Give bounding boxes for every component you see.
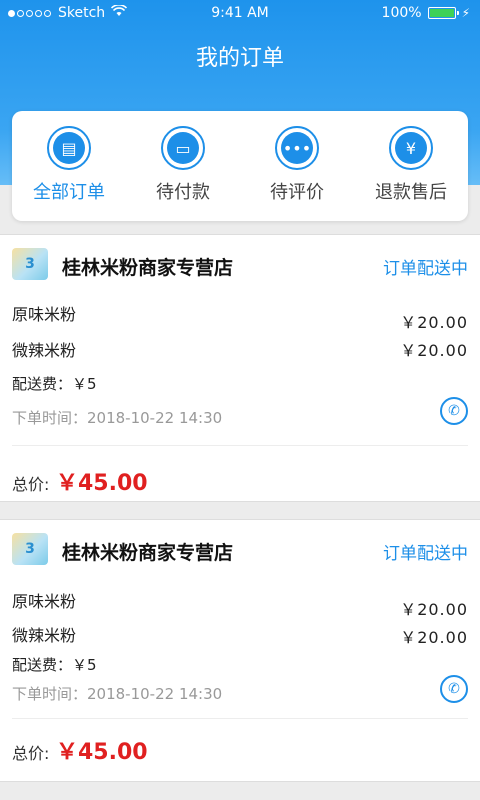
battery-icon [427,7,459,19]
shop-logo: 3 [12,248,48,280]
battery-percent: 100% [381,5,422,21]
shop-logo: 3 [12,533,48,565]
item-name: 微辣米粉 [12,341,77,360]
divider [12,445,468,446]
tab-pending-payment[interactable]: ▭ 待付款 [126,111,240,221]
chat-bubble-icon: ••• [275,126,319,170]
shop-name: 桂林米粉商家专营店 [62,257,234,279]
refund-icon: ¥ [389,126,433,170]
status-bar: Sketch 9:41 AM 100% ⚡ [0,0,480,28]
total-price: ￥45.00 [56,471,148,496]
shop-name: 桂林米粉商家专营店 [62,542,234,564]
tab-label: 待评价 [270,182,324,203]
order-status: 订单配送中 [383,544,468,564]
order-status: 订单配送中 [383,259,468,279]
total-label: 总价: [12,475,50,494]
item-name: 原味米粉 [12,305,77,324]
item-price: ￥20.00 [400,313,468,332]
phone-icon[interactable]: ✆ [440,397,468,425]
tab-label: 待付款 [156,182,210,203]
wallet-icon: ▭ [161,126,205,170]
item-name: 原味米粉 [12,592,77,611]
total-price: ￥45.00 [56,740,148,765]
tab-all-orders[interactable]: ▤ 全部订单 [12,111,126,221]
tab-label: 全部订单 [33,182,105,203]
page-title: 我的订单 [195,46,284,71]
delivery-fee: 配送费：￥5 [12,375,97,393]
order-time: 下单时间：2018-10-22 14:30 [12,685,223,703]
item-price: ￥20.00 [400,341,468,360]
item-price: ￥20.00 [400,600,468,619]
charging-icon: ⚡ [461,6,470,20]
tab-label: 退款售后 [375,182,447,203]
total-label: 总价: [12,744,50,763]
order-time: 下单时间：2018-10-22 14:30 [12,409,223,427]
phone-icon[interactable]: ✆ [440,675,468,703]
order-card[interactable]: 3 桂林米粉商家专营店 订单配送中 原味米粉 ￥20.00 微辣米粉 ￥20.0… [0,234,480,502]
item-name: 微辣米粉 [12,626,77,645]
order-doc-icon: ▤ [47,126,91,170]
divider [12,718,468,719]
item-price: ￥20.00 [400,628,468,647]
order-card[interactable]: 3 桂林米粉商家专营店 订单配送中 原味米粉 ￥20.00 微辣米粉 ￥20.0… [0,519,480,782]
order-tabs: ▤ 全部订单 ▭ 待付款 ••• 待评价 ¥ 退款售后 [12,111,468,221]
delivery-fee: 配送费：￥5 [12,656,97,674]
tab-refund-aftersale[interactable]: ¥ 退款售后 [354,111,468,221]
tab-pending-review[interactable]: ••• 待评价 [240,111,354,221]
